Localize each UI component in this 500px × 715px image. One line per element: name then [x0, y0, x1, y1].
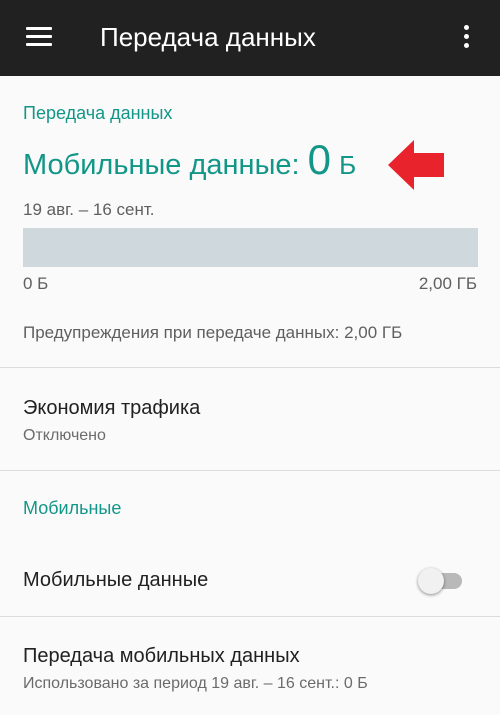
more-vert-icon[interactable] [463, 25, 471, 49]
mobile-data-usage-item[interactable]: Передача мобильных данных Использовано з… [0, 617, 500, 715]
hamburger-menu-icon[interactable] [26, 27, 52, 47]
usage-label: Мобильные данные: [23, 149, 300, 181]
mobile-data-usage-summary: Мобильные данные: 0 Б [23, 136, 356, 184]
mobile-data-usage-subtitle: Использовано за период 19 авг. – 16 сент… [23, 675, 368, 692]
data-usage-bar [23, 228, 478, 267]
billing-period: 19 авг. – 16 сент. [23, 200, 155, 219]
bar-min-label: 0 Б [23, 274, 49, 293]
mobile-data-label: Мобильные данные [23, 569, 209, 591]
data-saver-item[interactable]: Экономия трафика Отключено [0, 368, 500, 470]
data-saver-status: Отключено [23, 427, 106, 444]
toggle-thumb [418, 568, 444, 594]
data-warning-text: Предупреждения при передаче данных: 2,00… [23, 323, 403, 342]
page-title: Передача данных [100, 22, 316, 52]
section-header-data-usage: Передача данных [23, 103, 173, 123]
mobile-data-toggle[interactable] [418, 567, 464, 595]
usage-unit: Б [339, 150, 357, 180]
mobile-data-usage-title: Передача мобильных данных [23, 645, 300, 667]
bar-max-label: 2,00 ГБ [418, 274, 477, 293]
data-saver-title: Экономия трафика [23, 397, 201, 419]
app-bar: Передача данных [0, 0, 500, 76]
divider [0, 470, 500, 471]
section-header-mobile: Мобильные [23, 498, 122, 518]
red-arrow-icon [388, 140, 444, 190]
usage-value: 0 [307, 136, 332, 183]
